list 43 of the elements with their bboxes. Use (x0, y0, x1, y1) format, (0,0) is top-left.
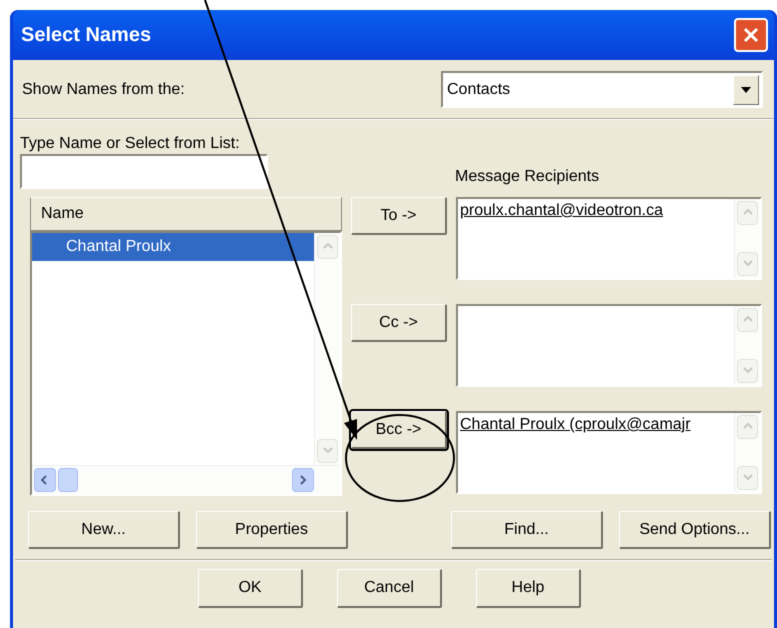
recipient-field[interactable]: Chantal Proulx (cproulx@camajr (456, 411, 762, 494)
scroll-down-button[interactable] (737, 466, 758, 490)
scroll-up-button[interactable] (737, 201, 758, 225)
scroll-down-button[interactable] (737, 359, 758, 383)
recipient-entry[interactable]: proulx.chantal@videotron.ca (460, 199, 734, 223)
scroll-up-button[interactable] (737, 415, 758, 439)
field-label: Type Name or Select from List: (19, 134, 241, 154)
column-header[interactable]: Name (30, 197, 342, 231)
recipient-field[interactable]: proulx.chantal@videotron.ca (456, 197, 762, 280)
caret-icon (741, 86, 751, 92)
button[interactable]: To -> (351, 197, 447, 235)
scroll-up-button[interactable] (737, 308, 758, 332)
scroll-up-button[interactable] (317, 235, 338, 259)
button[interactable]: New... (28, 511, 180, 549)
close-icon (742, 26, 760, 44)
button[interactable]: Help (476, 569, 581, 608)
scroll-left-button[interactable] (34, 468, 56, 492)
address-book-dropdown[interactable]: Contacts (441, 71, 763, 108)
recipient-entry[interactable]: Chantal Proulx (cproulx@camajr (460, 413, 734, 437)
scroll-right-button[interactable] (292, 468, 314, 492)
name-search-field[interactable] (20, 154, 268, 189)
scrollbar[interactable] (314, 233, 340, 465)
scrollbar[interactable] (734, 199, 760, 278)
horizontal-scrollbar[interactable] (32, 465, 340, 494)
button[interactable]: OK (198, 569, 303, 608)
dropdown-button[interactable] (733, 74, 759, 104)
scrollbar[interactable] (734, 413, 760, 492)
field-label: Show Names from the: (22, 80, 185, 100)
window-title: Select Names (21, 23, 152, 48)
recipient-field[interactable] (456, 304, 762, 387)
scrollbar[interactable] (734, 306, 760, 385)
button[interactable]: Cc -> (351, 304, 447, 342)
button[interactable]: Properties (196, 511, 348, 549)
button[interactable]: Send Options... (619, 511, 771, 549)
scroll-thumb[interactable] (58, 468, 78, 492)
field-label: Message Recipients (455, 167, 600, 187)
button[interactable]: Bcc -> (351, 411, 447, 449)
button[interactable]: Find... (451, 511, 603, 549)
list-item[interactable]: Chantal Proulx (32, 233, 314, 261)
close-button[interactable] (734, 18, 768, 52)
scroll-down-button[interactable] (317, 439, 338, 463)
scroll-down-button[interactable] (737, 252, 758, 276)
button[interactable]: Cancel (337, 569, 442, 608)
